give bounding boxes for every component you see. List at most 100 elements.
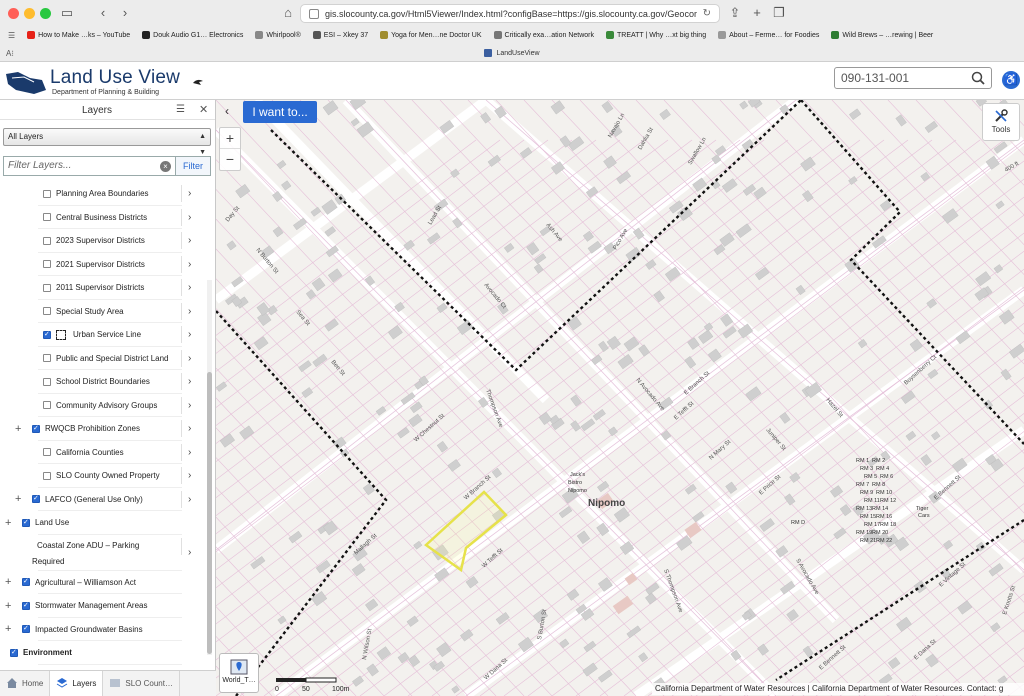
bookmark-item[interactable]: Douk Audio G1… Electronics <box>142 31 243 39</box>
layer-row[interactable]: +Environment <box>0 641 206 665</box>
i-want-to-button[interactable]: I want to... <box>243 101 317 123</box>
layer-row[interactable]: SLO County Owned Property › <box>0 464 206 488</box>
collapse-panel-icon[interactable]: ‹ <box>219 104 235 122</box>
chevron-right-icon[interactable]: › <box>188 259 191 270</box>
forward-icon[interactable]: › <box>116 4 134 22</box>
bookmark-item[interactable]: ESI – Xkey 37 <box>312 31 368 39</box>
layer-checkbox[interactable] <box>43 471 51 480</box>
tab-title[interactable]: LandUseView <box>496 50 539 57</box>
tab-home[interactable]: Home <box>0 671 51 696</box>
bookmark-item[interactable]: Whirlpool® <box>255 31 301 39</box>
layer-row[interactable]: Public and Special District Land › <box>0 347 206 370</box>
layer-checkbox[interactable] <box>32 494 40 504</box>
layer-row[interactable]: Urban Service Line › <box>0 323 206 347</box>
share-icon[interactable]: ⇪ <box>726 4 744 22</box>
minimize-window-button[interactable] <box>24 8 35 19</box>
layer-checkbox[interactable] <box>10 648 18 657</box>
zoom-in-button[interactable]: + <box>220 128 240 149</box>
expand-icon[interactable]: + <box>5 517 11 529</box>
chevron-right-icon[interactable]: › <box>188 423 191 434</box>
zoom-out-button[interactable]: − <box>220 149 240 170</box>
chevron-right-icon[interactable]: › <box>188 306 191 317</box>
tools-button[interactable]: Tools <box>982 103 1020 141</box>
chevron-right-icon[interactable]: › <box>188 547 191 558</box>
layer-row[interactable]: Special Study Area › <box>0 300 206 323</box>
tab-search-results[interactable]: SLO Count… <box>103 671 180 696</box>
layer-checkbox[interactable] <box>32 424 40 433</box>
home-icon[interactable]: ⌂ <box>279 4 297 22</box>
close-window-button[interactable] <box>8 8 19 19</box>
layer-checkbox[interactable] <box>43 401 51 410</box>
layer-row[interactable]: 2023 Supervisor Districts › <box>0 229 206 253</box>
layer-row[interactable]: Community Advisory Groups › <box>0 394 206 417</box>
chevron-right-icon[interactable]: › <box>188 400 191 411</box>
reader-icon[interactable]: A⁝ <box>6 49 14 58</box>
layer-checkbox[interactable] <box>22 577 30 587</box>
filter-layers-input[interactable]: Filter Layers... × <box>3 156 175 176</box>
layer-checkbox[interactable] <box>22 518 30 527</box>
bookmark-item[interactable]: How to Make …ks – YouTube <box>27 31 130 39</box>
close-icon[interactable]: ✕ <box>199 103 208 116</box>
bookmark-item[interactable]: Critically exa…ation Network <box>493 31 594 39</box>
chevron-right-icon[interactable]: › <box>188 494 191 505</box>
tab-overview-icon[interactable]: ❐ <box>770 4 788 22</box>
chevron-right-icon[interactable]: › <box>188 470 191 481</box>
layer-row[interactable]: Central Business Districts › <box>0 206 206 229</box>
address-bar[interactable]: gis.slocounty.ca.gov/Html5Viewer/Index.h… <box>300 4 720 23</box>
bookmarks-menu-icon[interactable]: ☰ <box>8 31 15 40</box>
layer-row[interactable]: Coastal Zone ADU – Parking Required › <box>0 535 206 571</box>
expand-icon[interactable]: + <box>15 423 21 435</box>
layer-checkbox[interactable] <box>43 236 51 245</box>
reload-icon[interactable]: ↻ <box>697 8 711 19</box>
layer-row[interactable]: + RWQCB Prohibition Zones › <box>0 417 206 441</box>
expand-icon[interactable]: + <box>5 600 11 612</box>
bookmark-item[interactable]: About – Ferme… for Foodies <box>718 31 819 39</box>
layer-row[interactable]: Planning Area Boundaries › <box>0 182 206 206</box>
tab-layers[interactable]: Layers <box>50 671 104 696</box>
layer-checkbox[interactable] <box>43 330 51 339</box>
chevron-right-icon[interactable]: › <box>188 282 191 293</box>
layer-row[interactable]: + Stormwater Management Areas <box>0 594 206 618</box>
bookmark-item[interactable]: Yoga for Men…ne Doctor UK <box>380 31 482 39</box>
layer-checkbox[interactable] <box>43 189 51 198</box>
layer-checkbox[interactable] <box>43 377 51 386</box>
layer-checkbox[interactable] <box>43 448 51 457</box>
chevron-right-icon[interactable]: › <box>188 447 191 458</box>
chevron-right-icon[interactable]: › <box>188 376 191 387</box>
layer-row[interactable]: + Land Use <box>0 511 206 535</box>
search-input[interactable]: 090-131-001 <box>834 67 992 89</box>
panel-menu-icon[interactable]: ☰ <box>176 104 185 115</box>
scrollbar-thumb[interactable] <box>207 372 212 654</box>
layer-checkbox[interactable] <box>43 307 51 316</box>
layer-set-dropdown[interactable]: All Layers ▲ ▼ <box>3 128 211 156</box>
chevron-right-icon[interactable]: › <box>188 353 191 364</box>
layer-checkbox[interactable] <box>43 260 51 269</box>
layer-checkbox[interactable] <box>22 624 30 634</box>
back-icon[interactable]: ‹ <box>94 4 112 22</box>
chevron-right-icon[interactable]: › <box>188 329 191 340</box>
accessibility-icon[interactable]: ♿ <box>1002 71 1020 89</box>
bookmark-item[interactable]: TREATT | Why …xt big thing <box>606 31 706 39</box>
sidebar-toggle-icon[interactable]: ▭ <box>58 4 76 22</box>
layer-checkbox[interactable] <box>43 213 51 222</box>
basemap-button[interactable]: World_T… <box>219 653 259 693</box>
site-info-icon[interactable] <box>309 8 319 19</box>
layer-row[interactable]: 2021 Supervisor Districts › <box>0 253 206 276</box>
layer-row[interactable]: School District Boundaries › <box>0 370 206 394</box>
layer-row[interactable]: + Impacted Groundwater Basins <box>0 618 206 641</box>
map-view[interactable]: Day St N Burton St Sea St Bee St W Chestnut … <box>216 100 1024 696</box>
expand-icon[interactable]: + <box>5 623 11 635</box>
maximize-window-button[interactable] <box>40 8 51 19</box>
chevron-right-icon[interactable]: › <box>188 188 191 199</box>
chevron-right-icon[interactable]: › <box>188 212 191 223</box>
clear-filter-icon[interactable]: × <box>160 161 171 172</box>
layer-row[interactable]: + Agricultural – Williamson Act <box>0 571 206 594</box>
layer-row[interactable]: + LAFCO (General Use Only) › <box>0 488 206 511</box>
filter-button[interactable]: Filter <box>175 156 211 176</box>
expand-icon[interactable]: + <box>5 576 11 588</box>
new-tab-icon[interactable]: + <box>748 4 766 22</box>
search-icon[interactable] <box>971 71 985 85</box>
layer-row[interactable]: California Counties › <box>0 441 206 464</box>
layer-checkbox[interactable] <box>43 354 51 363</box>
layer-checkbox[interactable] <box>43 283 51 292</box>
